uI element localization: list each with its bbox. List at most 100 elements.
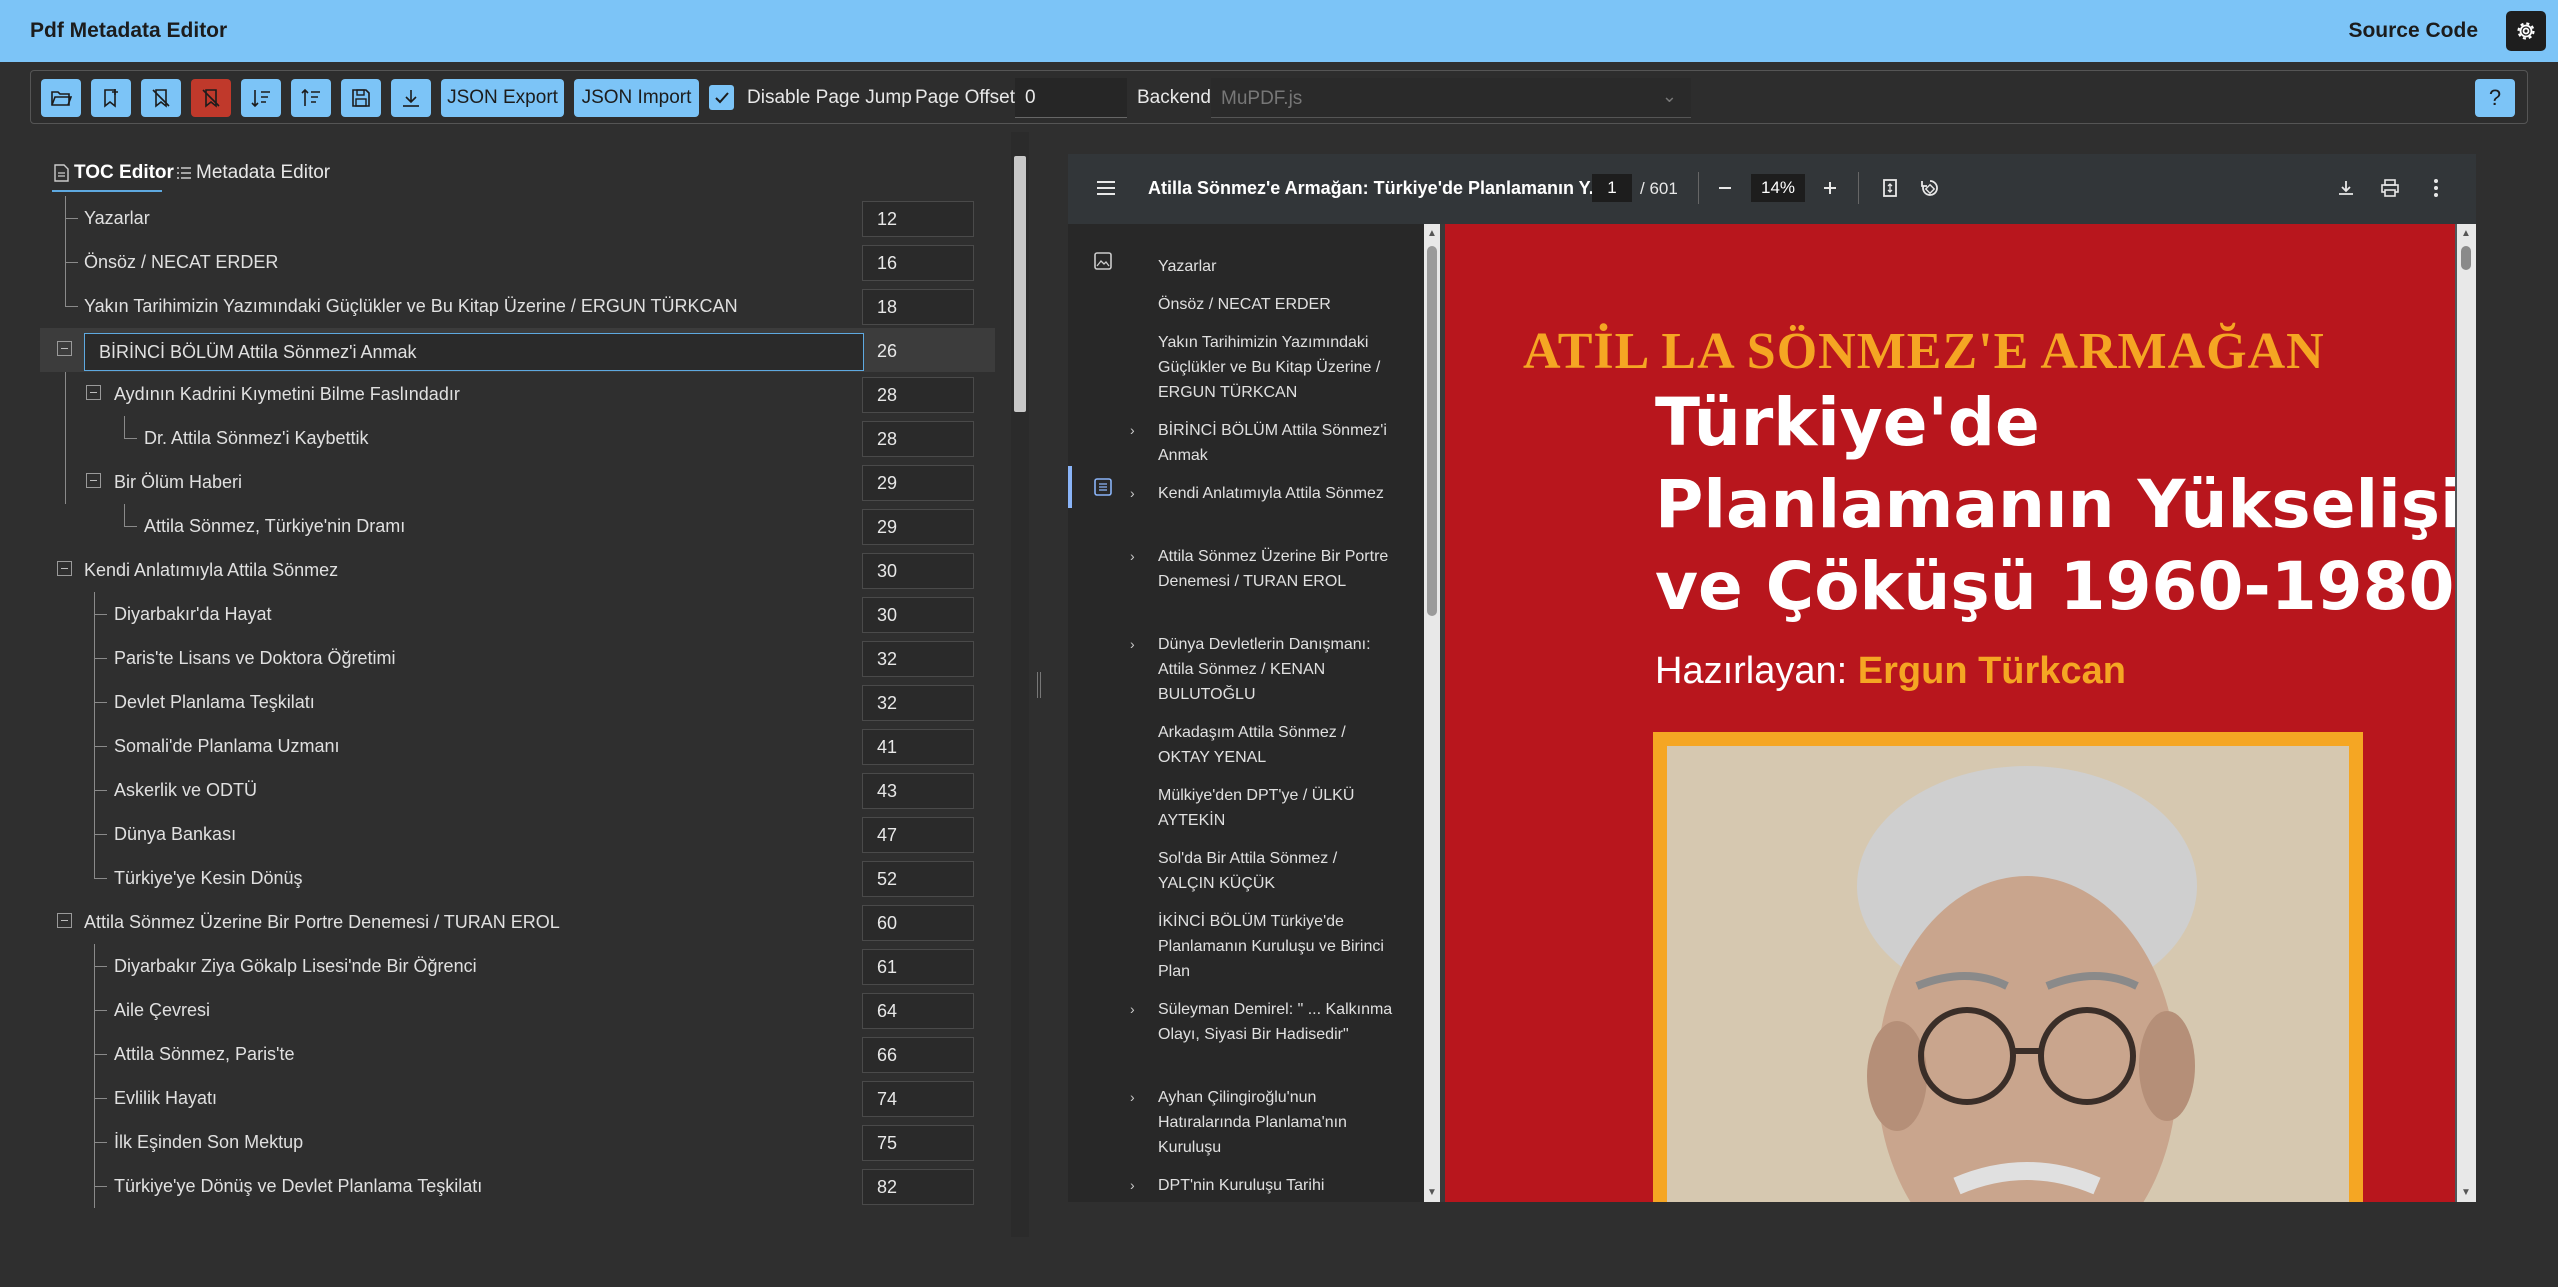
chevron-right-icon[interactable]: ›: [1130, 1085, 1135, 1110]
toc-row[interactable]: Askerlik ve ODTÜ 43: [40, 768, 995, 812]
toc-title-input[interactable]: BİRİNCİ BÖLÜM Attila Sönmez'i Anmak: [84, 333, 864, 371]
collapse-toggle-icon[interactable]: [86, 473, 101, 488]
toc-title[interactable]: Aydının Kadrini Kıymetini Bilme Faslında…: [114, 372, 460, 416]
zoom-out-icon[interactable]: [1713, 176, 1737, 200]
page-scrollbar[interactable]: ▲ ▼: [2457, 224, 2476, 1202]
chevron-right-icon[interactable]: ›: [1130, 418, 1135, 443]
help-button[interactable]: ?: [2475, 79, 2515, 117]
toc-title[interactable]: Paris'te Lisans ve Doktora Öğretimi: [114, 636, 396, 680]
toc-page-input[interactable]: 41: [862, 729, 974, 765]
toc-scrollbar[interactable]: [1011, 132, 1029, 1237]
download-button[interactable]: [391, 79, 431, 117]
toc-title[interactable]: Önsöz / NECAT ERDER: [84, 240, 278, 284]
expand-all-button[interactable]: [241, 79, 281, 117]
collapse-toggle-icon[interactable]: [57, 341, 72, 356]
toc-page-input[interactable]: 75: [862, 1125, 974, 1161]
toc-row[interactable]: Aydının Kadrini Kıymetini Bilme Faslında…: [40, 372, 995, 504]
toc-title[interactable]: Evlilik Hayatı: [114, 1076, 217, 1120]
scroll-down-arrow-icon[interactable]: ▼: [1427, 1187, 1437, 1198]
toc-title[interactable]: Türkiye'ye Dönüş ve Devlet Planlama Teşk…: [114, 1164, 482, 1208]
toc-title[interactable]: Somali'de Planlama Uzmanı: [114, 724, 340, 768]
collapse-toggle-icon[interactable]: [57, 913, 72, 928]
tab-toc-editor[interactable]: TOC Editor: [52, 162, 174, 184]
toc-page-input[interactable]: 30: [862, 553, 974, 589]
page-scrollbar-thumb[interactable]: [2461, 246, 2471, 270]
toc-page-input[interactable]: 52: [862, 861, 974, 897]
toc-page-input[interactable]: 18: [862, 289, 974, 325]
toc-row[interactable]: Diyarbakır Ziya Gökalp Lisesi'nde Bir Öğ…: [40, 944, 995, 988]
toc-title[interactable]: Dr. Attila Sönmez'i Kaybettik: [144, 416, 369, 460]
clear-bookmarks-button[interactable]: [191, 79, 231, 117]
toc-row-selected[interactable]: BİRİNCİ BÖLÜM Attila Sönmez'i Anmak 26: [40, 328, 995, 372]
toc-title[interactable]: Kendi Anlatımıyla Attila Sönmez: [84, 548, 338, 592]
json-import-button[interactable]: JSON Import: [574, 79, 699, 117]
toc-row[interactable]: Diyarbakır'da Hayat 30: [40, 592, 995, 636]
toc-row[interactable]: Kendi Anlatımıyla Attila Sönmez 30: [40, 548, 995, 592]
chevron-right-icon[interactable]: ›: [1130, 632, 1135, 657]
json-export-button[interactable]: JSON Export: [441, 79, 564, 117]
toc-title[interactable]: Attila Sönmez Üzerine Bir Portre Denemes…: [84, 900, 560, 944]
toc-title[interactable]: Devlet Planlama Teşkilatı: [114, 680, 315, 724]
outline-item[interactable]: › Kendi Anlatımıyla Attila Sönmez: [1130, 481, 1393, 506]
more-options-icon[interactable]: [2424, 176, 2448, 200]
toc-page-input[interactable]: 32: [862, 641, 974, 677]
toc-title[interactable]: Askerlik ve ODTÜ: [114, 768, 257, 812]
toc-page-input[interactable]: 26: [862, 333, 974, 369]
zoom-in-icon[interactable]: [1818, 176, 1842, 200]
panel-resize-handle[interactable]: [1037, 672, 1041, 698]
outline-item[interactable]: Arkadaşım Attila Sönmez / OKTAY YENAL: [1158, 720, 1393, 770]
toc-page-input[interactable]: 60: [862, 905, 974, 941]
toc-row[interactable]: Devlet Planlama Teşkilatı 32: [40, 680, 995, 724]
toc-row[interactable]: Paris'te Lisans ve Doktora Öğretimi 32: [40, 636, 995, 680]
toc-title[interactable]: İlk Eşinden Son Mektup: [114, 1120, 303, 1164]
toc-title[interactable]: Attila Sönmez, Paris'te: [114, 1032, 295, 1076]
scroll-up-arrow-icon[interactable]: ▲: [1427, 228, 1437, 239]
collapse-toggle-icon[interactable]: [57, 561, 72, 576]
toc-row[interactable]: Attila Sönmez, Paris'te 66: [40, 1032, 995, 1076]
toc-title[interactable]: Diyarbakır Ziya Gökalp Lisesi'nde Bir Öğ…: [114, 944, 477, 988]
toc-title[interactable]: Yazarlar: [84, 196, 150, 240]
toc-row[interactable]: Evlilik Hayatı 74: [40, 1076, 995, 1120]
outline-item[interactable]: Sol'da Bir Attila Sönmez / YALÇIN KÜÇÜK: [1158, 846, 1393, 896]
outline-item[interactable]: Yazarlar: [1158, 254, 1393, 279]
toc-title[interactable]: Türkiye'ye Kesin Dönüş: [114, 856, 303, 900]
source-code-link[interactable]: Source Code: [2348, 19, 2478, 43]
toc-title[interactable]: Yakın Tarihimizin Yazımındaki Güçlükler …: [84, 284, 738, 328]
toc-row[interactable]: Aile Çevresi 64: [40, 988, 995, 1032]
thumbnail-view-icon[interactable]: [1092, 250, 1114, 272]
toc-row[interactable]: Bir Ölüm Haberi 29: [40, 460, 995, 504]
settings-button[interactable]: [2506, 11, 2546, 51]
toc-row[interactable]: Dr. Attila Sönmez'i Kaybettik 28: [40, 416, 995, 460]
toc-title[interactable]: Dünya Bankası: [114, 812, 236, 856]
outline-item[interactable]: › DPT'nin Kuruluşu Tarihi: [1130, 1173, 1393, 1198]
toc-page-input[interactable]: 47: [862, 817, 974, 853]
pdf-page-view[interactable]: ATİL LA SÖNMEZ'E ARMAĞAN Türkiye'de Plan…: [1445, 224, 2476, 1202]
menu-icon[interactable]: [1094, 176, 1118, 200]
toc-row[interactable]: Somali'de Planlama Uzmanı 41: [40, 724, 995, 768]
download-icon[interactable]: [2334, 176, 2358, 200]
zoom-level-input[interactable]: 14%: [1751, 174, 1805, 202]
rotate-icon[interactable]: [1918, 176, 1942, 200]
toc-title[interactable]: Diyarbakır'da Hayat: [114, 592, 272, 636]
toc-page-input[interactable]: 28: [862, 377, 974, 413]
toc-row[interactable]: Yakın Tarihimizin Yazımındaki Güçlükler …: [40, 284, 995, 328]
fit-page-icon[interactable]: [1878, 176, 1902, 200]
toc-page-input[interactable]: 43: [862, 773, 974, 809]
outline-item[interactable]: › BİRİNCİ BÖLÜM Attila Sönmez'i Anmak: [1130, 418, 1393, 468]
print-icon[interactable]: [2378, 176, 2402, 200]
collapse-all-button[interactable]: [291, 79, 331, 117]
toc-page-input[interactable]: 16: [862, 245, 974, 281]
chevron-right-icon[interactable]: ›: [1130, 544, 1135, 569]
outline-item[interactable]: Mülkiye'den DPT'ye / ÜLKÜ AYTEKİN: [1158, 783, 1393, 833]
toc-page-input[interactable]: 29: [862, 509, 974, 545]
toc-page-input[interactable]: 82: [862, 1169, 974, 1205]
collapse-toggle-icon[interactable]: [86, 385, 101, 400]
toc-page-input[interactable]: 61: [862, 949, 974, 985]
outline-item[interactable]: Önsöz / NECAT ERDER: [1158, 292, 1393, 317]
outline-item[interactable]: › Attila Sönmez Üzerine Bir Portre Deneme…: [1130, 544, 1393, 594]
outline-item[interactable]: Yakın Tarihimizin Yazımındaki Güçlükler …: [1158, 330, 1393, 405]
scroll-up-arrow-icon[interactable]: ▲: [2461, 228, 2471, 239]
add-bookmark-button[interactable]: [91, 79, 131, 117]
open-file-button[interactable]: [41, 79, 81, 117]
toc-page-input[interactable]: 28: [862, 421, 974, 457]
